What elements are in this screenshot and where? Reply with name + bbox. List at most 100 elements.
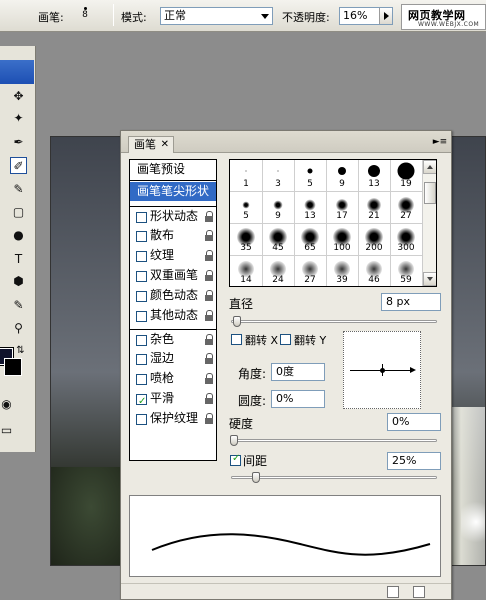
lock-icon[interactable] — [205, 270, 214, 281]
quick-mask-icon[interactable]: ◉ — [0, 396, 15, 413]
brush-preset[interactable]: 45 — [262, 224, 295, 256]
diameter-slider-knob[interactable] — [233, 316, 241, 327]
brush-preset[interactable]: 9 — [326, 160, 359, 192]
lock-icon[interactable] — [205, 290, 214, 301]
list-item-checkbox[interactable] — [136, 231, 147, 242]
dodge-tool-icon[interactable]: ● — [10, 227, 27, 244]
type-tool-icon[interactable]: T — [10, 251, 27, 268]
spacing-slider[interactable] — [231, 472, 437, 484]
list-item[interactable]: 双重画笔 — [130, 266, 216, 285]
list-item[interactable]: 保护纹理 — [130, 409, 216, 428]
lock-icon[interactable] — [205, 334, 214, 345]
lock-icon[interactable] — [205, 310, 214, 321]
list-item-checkbox[interactable] — [136, 212, 147, 223]
lock-icon[interactable] — [205, 353, 214, 364]
close-icon[interactable]: ✕ — [161, 137, 169, 153]
list-item-checkbox[interactable] — [136, 354, 147, 365]
magic-wand-icon[interactable]: ✦ — [10, 110, 27, 127]
swap-colors-icon[interactable]: ⇅ — [12, 342, 29, 359]
list-item[interactable]: 湿边 — [130, 349, 216, 368]
gradient-tool-icon[interactable]: ▢ — [10, 204, 27, 221]
brush-preset[interactable]: 19 — [390, 160, 423, 192]
trash-icon[interactable] — [413, 586, 425, 598]
tab-brushes[interactable]: 画笔 ✕ — [128, 136, 174, 153]
brush-preset[interactable]: 46 — [358, 256, 391, 286]
brush-preset[interactable]: 9 — [262, 192, 295, 224]
slider-arrow-icon[interactable] — [379, 8, 392, 24]
brush-preset[interactable]: 1 — [230, 160, 263, 192]
chevron-down-icon[interactable] — [258, 8, 272, 24]
list-item-checkbox[interactable] — [136, 271, 147, 282]
mode-select[interactable]: 正常 — [160, 7, 273, 25]
zoom-tool-icon[interactable]: ⚲ — [10, 320, 27, 337]
brush-preset[interactable]: 5 — [230, 192, 263, 224]
angle-field[interactable]: 0度 — [271, 363, 325, 381]
screen-mode-icon[interactable]: ▭ — [0, 422, 15, 439]
list-item[interactable]: 画笔笔尖形状 — [130, 182, 216, 201]
list-item[interactable]: 颜色动态 — [130, 286, 216, 305]
list-item[interactable]: 形状动态 — [130, 206, 216, 225]
brush-preset[interactable]: 14 — [230, 256, 263, 286]
brush-preset[interactable]: 300 — [390, 224, 423, 256]
list-item-checkbox[interactable] — [136, 311, 147, 322]
brush-preset[interactable]: 3 — [262, 160, 295, 192]
hardness-slider-knob[interactable] — [230, 435, 238, 446]
spacing-field[interactable]: 25% — [387, 452, 441, 470]
notes-tool-icon[interactable]: ✎ — [10, 297, 27, 314]
hardness-slider[interactable] — [230, 435, 437, 447]
move-tool-icon[interactable]: ✥ — [10, 88, 27, 105]
brush-picker[interactable]: 8 — [78, 5, 92, 27]
scroll-thumb[interactable] — [424, 182, 436, 204]
list-item[interactable]: 杂色 — [130, 329, 216, 348]
hardness-field[interactable]: 0% — [387, 413, 441, 431]
brush-preset[interactable]: 39 — [326, 256, 359, 286]
list-item[interactable]: 平滑 — [130, 389, 216, 411]
list-item-checkbox[interactable] — [136, 251, 147, 262]
flip-y-checkbox[interactable] — [280, 334, 291, 345]
grid-scrollbar[interactable] — [422, 160, 436, 286]
lock-icon[interactable] — [205, 250, 214, 261]
opacity-field[interactable]: 16% — [339, 7, 393, 25]
new-brush-icon[interactable] — [387, 586, 399, 598]
panel-titlebar[interactable]: 画笔 ✕ ►≡ — [121, 131, 451, 153]
brush-preset[interactable]: 13 — [358, 160, 391, 192]
brush-preset[interactable]: 200 — [358, 224, 391, 256]
brush-preset[interactable]: 59 — [390, 256, 423, 286]
diameter-field[interactable]: 8 px — [381, 293, 441, 311]
brush-preset[interactable]: 35 — [230, 224, 263, 256]
list-item-checkbox[interactable] — [136, 392, 147, 411]
angle-roundness-preview[interactable] — [343, 331, 421, 409]
lock-icon[interactable] — [205, 393, 214, 404]
brush-preset[interactable]: 27 — [294, 256, 327, 286]
flip-x-checkbox[interactable] — [231, 334, 242, 345]
lock-icon[interactable] — [205, 373, 214, 384]
brush-preset[interactable]: 27 — [390, 192, 423, 224]
spacing-slider-knob[interactable] — [252, 472, 260, 483]
lock-icon[interactable] — [205, 211, 214, 222]
scroll-down-icon[interactable] — [423, 272, 436, 286]
history-brush-icon[interactable]: ✎ — [10, 181, 27, 198]
brush-preset[interactable]: 5 — [294, 160, 327, 192]
list-item-checkbox[interactable] — [136, 291, 147, 302]
background-color-swatch[interactable] — [4, 358, 22, 376]
list-item-checkbox[interactable] — [136, 414, 147, 425]
scroll-up-icon[interactable] — [423, 160, 436, 174]
list-item[interactable]: 其他动态 — [130, 306, 216, 325]
list-item[interactable]: 喷枪 — [130, 369, 216, 388]
shape-tool-icon[interactable]: ⬢ — [10, 273, 27, 290]
diameter-slider[interactable] — [231, 316, 437, 328]
lock-icon[interactable] — [205, 413, 214, 424]
spacing-checkbox[interactable] — [230, 453, 241, 466]
angle-handle[interactable] — [380, 368, 385, 373]
brush-preset[interactable]: 100 — [326, 224, 359, 256]
panel-menu-icon[interactable]: ►≡ — [432, 135, 448, 149]
brush-preset[interactable]: 13 — [294, 192, 327, 224]
list-item-checkbox[interactable] — [136, 335, 147, 346]
brush-tool-icon[interactable]: ✐ — [10, 157, 27, 174]
list-item[interactable]: 纹理 — [130, 246, 216, 265]
brush-preset[interactable]: 24 — [262, 256, 295, 286]
brush-preset[interactable]: 17 — [326, 192, 359, 224]
lock-icon[interactable] — [205, 230, 214, 241]
list-item[interactable]: 画笔预设 — [130, 160, 216, 181]
roundness-field[interactable]: 0% — [271, 390, 325, 408]
